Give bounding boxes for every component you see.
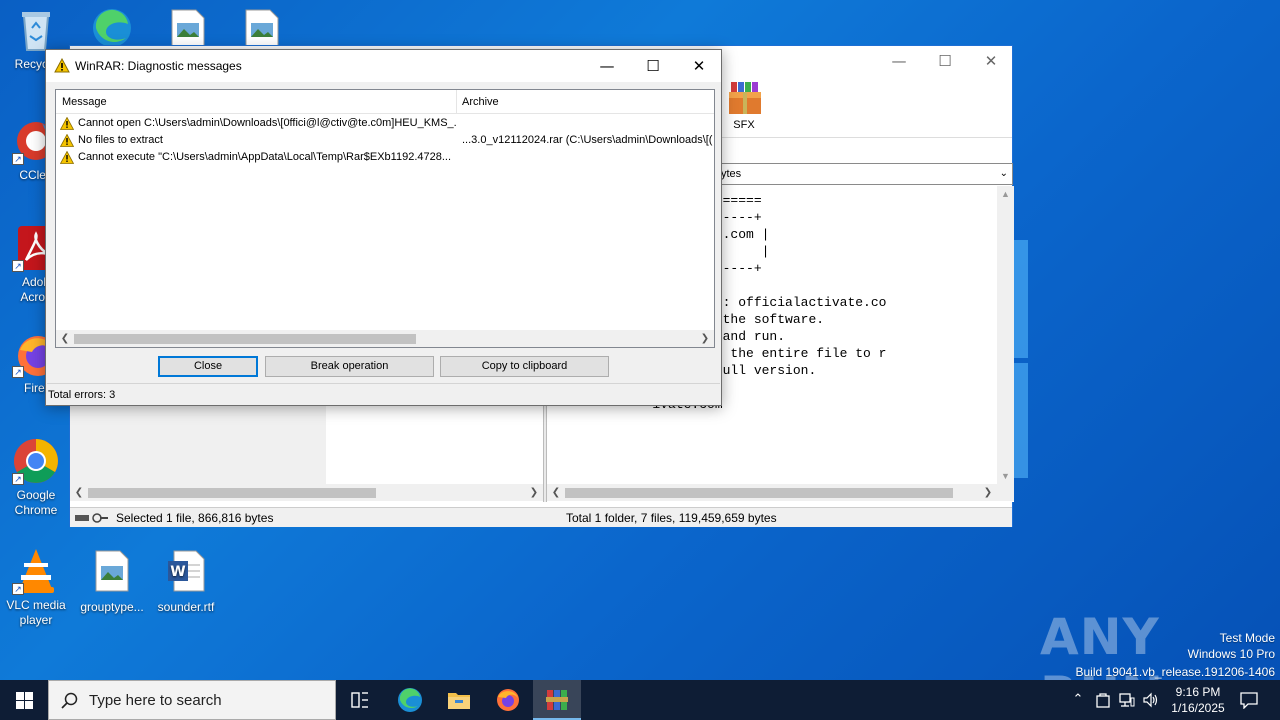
break-operation-button[interactable]: Break operation — [265, 356, 434, 377]
scroll-thumb[interactable] — [88, 488, 376, 498]
scroll-thumb[interactable] — [565, 488, 953, 498]
scroll-up-icon[interactable]: ▲ — [997, 189, 1014, 199]
scroll-left-icon[interactable]: ❮ — [72, 484, 86, 501]
message-row[interactable]: No files to extract ...3.0_v12112024.rar… — [56, 132, 714, 149]
message-row[interactable]: Cannot execute "C:\Users\admin\AppData\L… — [56, 149, 714, 166]
dialog-titlebar[interactable]: WinRAR: Diagnostic messages — ☐ ✕ — [46, 50, 721, 82]
drive-key-icon[interactable] — [75, 513, 109, 523]
clock-date: 1/16/2025 — [1171, 701, 1225, 715]
sfx-button[interactable]: SFX — [724, 80, 764, 131]
address-combobox[interactable]: ytes ⌄ — [716, 163, 1013, 185]
folder-icon — [448, 693, 470, 709]
status-selection: Selected 1 file, 866,816 bytes — [116, 511, 274, 525]
wallpaper-beam — [1014, 363, 1028, 478]
shortcut-arrow-icon: ↗ — [12, 260, 24, 272]
chrome-icon: ↗ — [12, 437, 60, 485]
text-vertical-scrollbar[interactable]: ▲ ▼ — [997, 186, 1014, 484]
scroll-right-icon[interactable]: ❯ — [698, 330, 712, 347]
desktop-icon-grouptype[interactable]: grouptype... — [74, 549, 150, 615]
edge-icon — [398, 688, 422, 712]
show-hidden-icons-button[interactable]: ⌃ — [1068, 680, 1088, 720]
taskbar-firefox[interactable] — [484, 680, 532, 720]
maximize-button[interactable]: ☐ — [922, 46, 968, 76]
volume-icon[interactable] — [1140, 680, 1162, 720]
wallpaper-beam — [1014, 240, 1028, 358]
warning-icon — [60, 151, 74, 164]
notifications-button[interactable] — [1234, 680, 1264, 720]
main-statusbar: Selected 1 file, 866,816 bytes Total 1 f… — [70, 507, 1012, 527]
firefox-icon — [497, 689, 519, 711]
taskbar-edge[interactable] — [386, 680, 434, 720]
taskbar-search-box[interactable]: Type here to search — [48, 680, 336, 720]
vlc-icon: ↗ — [12, 547, 60, 595]
search-icon — [61, 692, 78, 709]
task-view-icon — [351, 692, 368, 708]
close-dialog-button[interactable]: Close — [158, 356, 258, 377]
list-horizontal-scrollbar[interactable]: ❮ ❯ — [56, 330, 714, 347]
diagnostic-messages-list[interactable]: Message Archive Cannot open C:\Users\adm… — [55, 89, 715, 348]
shortcut-arrow-icon: ↗ — [12, 583, 24, 595]
scroll-down-icon[interactable]: ▼ — [997, 471, 1014, 481]
desktop-icon-chrome[interactable]: ↗ Google Chrome — [0, 437, 74, 518]
minimize-button[interactable]: — — [876, 46, 922, 76]
dialog-title: WinRAR: Diagnostic messages — [75, 59, 242, 73]
security-icon[interactable] — [1092, 680, 1114, 720]
sfx-icon — [725, 80, 763, 116]
copy-to-clipboard-button[interactable]: Copy to clipboard — [440, 356, 609, 377]
diagnostic-messages-dialog[interactable]: WinRAR: Diagnostic messages — ☐ ✕ Messag… — [45, 49, 722, 406]
taskbar-file-explorer[interactable] — [435, 680, 483, 720]
taskbar-winrar[interactable] — [533, 680, 581, 720]
scroll-right-icon[interactable]: ❯ — [527, 484, 541, 501]
minimize-button[interactable]: — — [584, 50, 630, 82]
task-view-button[interactable] — [336, 680, 384, 720]
taskbar-clock[interactable]: 9:16 PM 1/16/2025 — [1162, 684, 1234, 716]
windows-logo-icon — [16, 692, 33, 709]
shortcut-arrow-icon: ↗ — [12, 366, 24, 378]
test-mode-label: Test Mode — [1219, 631, 1275, 645]
scroll-left-icon[interactable]: ❮ — [549, 484, 563, 501]
warning-icon — [60, 134, 74, 147]
total-errors-status: Total errors: 3 — [47, 383, 720, 405]
winrar-icon — [546, 690, 568, 710]
list-header: Message Archive — [56, 90, 714, 114]
scroll-left-icon[interactable]: ❮ — [58, 330, 72, 347]
start-button[interactable] — [0, 680, 48, 720]
build-label: Build 19041.vb_release.191206-1406 — [1075, 665, 1276, 679]
action-center-icon — [1240, 692, 1258, 710]
image-file-icon — [88, 549, 136, 597]
shortcut-arrow-icon: ↗ — [12, 153, 24, 165]
svg-text:W: W — [170, 564, 185, 580]
warning-icon — [60, 117, 74, 130]
column-header-message[interactable]: Message — [62, 96, 107, 108]
left-horizontal-scrollbar[interactable]: ❮ ❯ — [70, 484, 543, 501]
clock-time: 9:16 PM — [1175, 685, 1221, 699]
scroll-right-icon[interactable]: ❯ — [981, 484, 995, 501]
message-row[interactable]: Cannot open C:\Users\admin\Downloads\[0f… — [56, 115, 714, 132]
taskbar: Type here to search ⌃ 9:16 PM 1/16/2025 — [0, 680, 1280, 720]
column-header-archive[interactable]: Archive — [462, 96, 499, 108]
close-button[interactable]: ✕ — [676, 50, 722, 82]
close-button[interactable]: ✕ — [968, 46, 1014, 76]
network-icon[interactable] — [1116, 680, 1138, 720]
shortcut-arrow-icon: ↗ — [12, 473, 24, 485]
windows-edition-label: Windows 10 Pro — [1187, 647, 1275, 661]
desktop-icon-vlc[interactable]: ↗ VLC media player — [0, 547, 74, 628]
text-horizontal-scrollbar[interactable]: ❮ ❯ — [547, 484, 1014, 501]
scroll-thumb[interactable] — [74, 334, 416, 344]
warning-icon — [54, 58, 70, 73]
status-total: Total 1 folder, 7 files, 119,459,659 byt… — [566, 511, 777, 525]
recycle-bin-icon — [12, 6, 60, 54]
desktop-icon-sounder[interactable]: W sounder.rtf — [148, 549, 224, 615]
maximize-button[interactable]: ☐ — [630, 50, 676, 82]
chevron-down-icon[interactable]: ⌄ — [1000, 164, 1008, 184]
word-document-icon: W — [162, 549, 210, 597]
